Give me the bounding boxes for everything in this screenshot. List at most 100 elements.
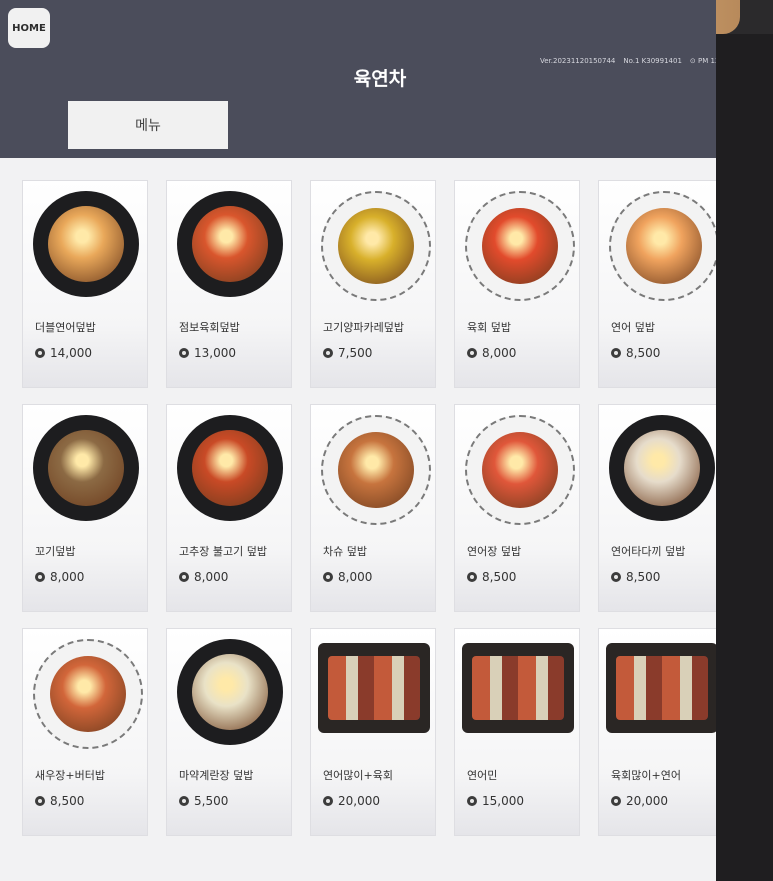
menu-item-card[interactable]: 고기양파카레덮밥 7,500 <box>310 180 436 388</box>
food-image <box>321 415 431 525</box>
menu-item-price: 8,000 <box>338 570 373 584</box>
menu-item-price: 8,500 <box>482 570 517 584</box>
menu-item-price-row: 8,500 <box>35 794 84 808</box>
menu-item-price: 14,000 <box>50 346 92 360</box>
tab-menu[interactable]: 메뉴 <box>68 101 228 149</box>
menu-item-price: 8,000 <box>50 570 85 584</box>
menu-item-price: 13,000 <box>194 346 236 360</box>
menu-item-name: 고추장 불고기 덮밥 <box>179 545 267 558</box>
menu-item-card[interactable]: 꼬기덮밥 8,000 <box>22 404 148 612</box>
menu-item-price-row: 15,000 <box>467 794 524 808</box>
menu-item-card[interactable]: 새우장+버터밥 8,500 <box>22 628 148 836</box>
food-image-content <box>472 656 564 720</box>
menu-item-price: 8,000 <box>194 570 229 584</box>
home-button[interactable]: HOME <box>8 8 50 48</box>
menu-item-price-row: 8,500 <box>611 570 660 584</box>
menu-item-card[interactable]: 연어장 덮밥 8,500 <box>454 404 580 612</box>
food-image <box>462 643 574 733</box>
menu-item-price-row: 14,000 <box>35 346 92 360</box>
food-image-content <box>616 656 708 720</box>
menu-item-price-row: 8,000 <box>467 346 516 360</box>
food-image-content <box>338 208 414 284</box>
menu-item-name: 연어많이+육회 <box>323 769 393 782</box>
menu-item-card[interactable]: 육회많이+연어 20,000 <box>598 628 716 836</box>
food-image-content <box>624 430 700 506</box>
food-image-content <box>48 206 124 282</box>
food-image-content <box>482 432 558 508</box>
menu-item-name: 점보육회덮밥 <box>179 321 240 334</box>
menu-item-price: 20,000 <box>338 794 380 808</box>
food-image <box>33 191 139 297</box>
menu-item-price: 15,000 <box>482 794 524 808</box>
menu-item-price-row: 5,500 <box>179 794 228 808</box>
price-coin-icon <box>179 572 189 582</box>
menu-item-card[interactable]: 마약계란장 덮밥 5,500 <box>166 628 292 836</box>
menu-item-card[interactable]: 점보육회덮밥 13,000 <box>166 180 292 388</box>
menu-item-price-row: 20,000 <box>611 794 668 808</box>
clock-text: ⊙ PM 12:46 <box>690 57 716 65</box>
menu-item-price-row: 7,500 <box>323 346 372 360</box>
food-image <box>321 191 431 301</box>
menu-item-name: 연어타다끼 덮밥 <box>611 545 686 558</box>
menu-item-price-row: 8,000 <box>35 570 84 584</box>
status-info: Ver.20231120150744 No.1 K30991401 ⊙ PM 1… <box>540 57 716 65</box>
menu-item-price-row: 8,500 <box>467 570 516 584</box>
menu-item-name: 고기양파카레덮밥 <box>323 321 404 334</box>
price-coin-icon <box>179 348 189 358</box>
terminal-number: No.1 K30991401 <box>623 57 682 65</box>
menu-item-price-row: 8,000 <box>323 570 372 584</box>
menu-item-name: 육회 덮밥 <box>467 321 511 334</box>
menu-item-price-row: 8,500 <box>611 346 660 360</box>
menu-item-card[interactable]: 연어많이+육회 20,000 <box>310 628 436 836</box>
food-image <box>177 639 283 745</box>
version-text: Ver.20231120150744 <box>540 57 616 65</box>
food-image-content <box>338 432 414 508</box>
food-image <box>465 415 575 525</box>
food-image-content <box>192 430 268 506</box>
menu-item-name: 연어민 <box>467 769 498 782</box>
price-coin-icon <box>179 796 189 806</box>
screen-bezel <box>716 34 773 881</box>
food-image <box>318 643 430 733</box>
food-image-content <box>50 656 126 732</box>
price-coin-icon <box>35 572 45 582</box>
menu-item-price-row: 20,000 <box>323 794 380 808</box>
menu-item-price: 8,500 <box>626 346 661 360</box>
food-image <box>609 191 716 301</box>
price-coin-icon <box>323 348 333 358</box>
price-coin-icon <box>611 348 621 358</box>
food-image <box>465 191 575 301</box>
kiosk-screen: HOME 육연차 Ver.20231120150744 No.1 K309914… <box>0 0 716 881</box>
food-image-content <box>192 206 268 282</box>
menu-item-card[interactable]: 고추장 불고기 덮밥 8,000 <box>166 404 292 612</box>
menu-item-name: 마약계란장 덮밥 <box>179 769 254 782</box>
food-image <box>177 415 283 521</box>
price-coin-icon <box>323 796 333 806</box>
food-image <box>177 191 283 297</box>
food-image <box>33 639 143 749</box>
menu-item-name: 더블연어덮밥 <box>35 321 96 334</box>
price-coin-icon <box>467 796 477 806</box>
menu-item-price: 7,500 <box>338 346 373 360</box>
menu-item-card[interactable]: 더블연어덮밥 14,000 <box>22 180 148 388</box>
menu-item-price: 20,000 <box>626 794 668 808</box>
price-coin-icon <box>611 572 621 582</box>
menu-item-card[interactable]: 연어타다끼 덮밥 8,500 <box>598 404 716 612</box>
food-image-content <box>626 208 702 284</box>
food-image-content <box>48 430 124 506</box>
menu-item-price: 8,500 <box>626 570 661 584</box>
price-coin-icon <box>467 348 477 358</box>
menu-grid: 더블연어덮밥 14,000 점보육회덮밥 13,000 고기양파카레덮밥 7,500 육회 … <box>22 180 716 836</box>
menu-item-name: 새우장+버터밥 <box>35 769 105 782</box>
menu-item-card[interactable]: 육회 덮밥 8,000 <box>454 180 580 388</box>
price-coin-icon <box>35 348 45 358</box>
price-coin-icon <box>611 796 621 806</box>
store-title: 육연차 <box>353 68 407 90</box>
food-image-content <box>328 656 420 720</box>
menu-item-price: 5,500 <box>194 794 229 808</box>
menu-item-card[interactable]: 차슈 덮밥 8,000 <box>310 404 436 612</box>
menu-item-card[interactable]: 연어민 15,000 <box>454 628 580 836</box>
price-coin-icon <box>35 796 45 806</box>
menu-item-card[interactable]: 연어 덮밥 8,500 <box>598 180 716 388</box>
food-image <box>606 643 716 733</box>
